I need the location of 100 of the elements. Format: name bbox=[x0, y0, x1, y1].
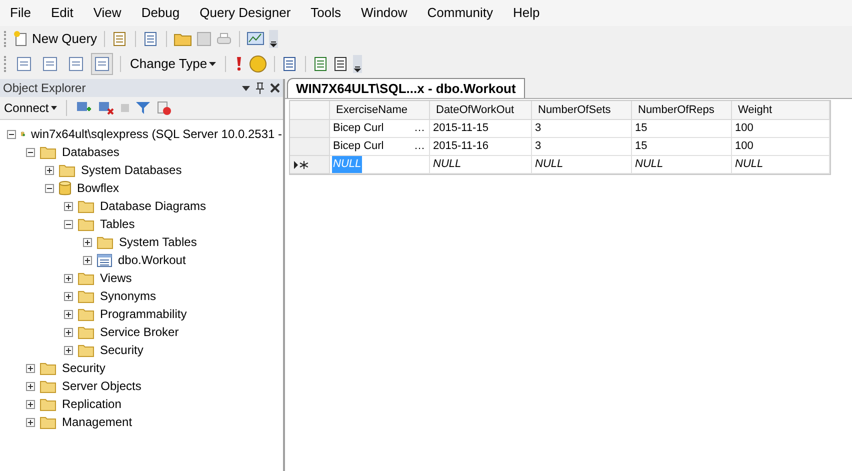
menu-item[interactable]: View bbox=[93, 3, 122, 23]
expand-icon[interactable] bbox=[64, 292, 73, 300]
expand-icon[interactable] bbox=[83, 238, 92, 246]
tree-item[interactable]: Database Diagrams bbox=[99, 197, 208, 215]
connect-button[interactable]: Connect bbox=[4, 99, 57, 117]
tree-item[interactable]: Management bbox=[61, 413, 134, 431]
folder-icon bbox=[97, 236, 113, 248]
expand-icon[interactable] bbox=[64, 328, 73, 336]
menu-item[interactable]: Debug bbox=[141, 3, 180, 23]
table-cell[interactable]: NULL bbox=[534, 156, 564, 173]
filter-icon[interactable] bbox=[136, 101, 150, 115]
menu-item[interactable]: File bbox=[10, 3, 31, 23]
document-icon[interactable] bbox=[143, 30, 160, 46]
menu-item[interactable]: Help bbox=[513, 3, 540, 23]
database-icon bbox=[59, 180, 71, 196]
table-cell[interactable]: 2015-11-16 bbox=[432, 138, 490, 155]
expand-icon[interactable] bbox=[64, 346, 73, 354]
column-header[interactable]: Weight bbox=[732, 101, 830, 120]
table-cell[interactable]: 3 bbox=[534, 138, 542, 155]
collapse-icon[interactable] bbox=[26, 148, 35, 156]
caret-icon bbox=[209, 62, 216, 66]
document-tab[interactable]: WIN7X64ULT\SQL...x - dbo.Workout bbox=[287, 78, 525, 98]
menu-item[interactable]: Query Designer bbox=[200, 3, 291, 23]
menu-item[interactable]: Community bbox=[427, 3, 494, 23]
pin-icon[interactable] bbox=[256, 82, 264, 94]
folder-icon bbox=[40, 146, 56, 158]
collapse-icon[interactable] bbox=[7, 130, 16, 138]
tree-item[interactable]: System Databases bbox=[80, 161, 183, 179]
table-cell[interactable]: 3 bbox=[534, 120, 542, 137]
pane-toggle-button[interactable] bbox=[91, 52, 113, 74]
row-header[interactable] bbox=[290, 156, 330, 174]
folder-icon bbox=[78, 272, 94, 284]
table-cell[interactable]: NULL bbox=[734, 156, 764, 173]
column-header[interactable]: NumberOfReps bbox=[632, 101, 732, 120]
table-cell[interactable]: NULL bbox=[634, 156, 664, 173]
folder-icon bbox=[78, 218, 94, 230]
tree-item[interactable]: Synonyms bbox=[99, 287, 158, 305]
tree-item[interactable]: Bowflex bbox=[76, 179, 120, 197]
panel-title: Object Explorer bbox=[3, 80, 86, 97]
menu-item[interactable]: Window bbox=[361, 3, 408, 23]
folder-icon bbox=[40, 380, 56, 392]
tree-item[interactable]: Programmability bbox=[99, 305, 188, 323]
chart-window-icon[interactable] bbox=[247, 30, 266, 46]
add-table-icon[interactable] bbox=[313, 56, 330, 72]
folder-icon bbox=[78, 344, 94, 356]
dropdown-icon[interactable] bbox=[242, 86, 250, 90]
caret-icon bbox=[50, 106, 57, 110]
table-cell[interactable]: 15 bbox=[634, 138, 648, 155]
overflow-icon[interactable] bbox=[353, 54, 362, 72]
folder-icon bbox=[78, 326, 94, 338]
expand-icon[interactable] bbox=[64, 274, 73, 282]
table-cell[interactable]: 15 bbox=[634, 120, 648, 137]
tree-item[interactable]: Security bbox=[61, 359, 106, 377]
folder-icon bbox=[59, 164, 75, 176]
table-cell[interactable]: Bicep Curl bbox=[332, 138, 385, 155]
collapse-icon[interactable] bbox=[64, 220, 73, 228]
tree-item[interactable]: Databases bbox=[61, 143, 120, 161]
expand-icon[interactable] bbox=[26, 400, 35, 408]
collapse-icon[interactable] bbox=[45, 184, 54, 192]
table-cell[interactable]: Bicep Curl bbox=[332, 120, 385, 137]
tree-item[interactable]: Server Objects bbox=[61, 377, 142, 395]
table-cell[interactable]: 100 bbox=[734, 120, 754, 137]
expand-icon[interactable] bbox=[26, 382, 35, 390]
tree-item[interactable]: Tables bbox=[99, 215, 136, 233]
expand-icon[interactable] bbox=[26, 364, 35, 372]
expand-icon[interactable] bbox=[26, 418, 35, 426]
folder-icon bbox=[40, 362, 56, 374]
expand-icon[interactable] bbox=[64, 202, 73, 210]
folder-icon[interactable] bbox=[174, 32, 192, 46]
tree-item[interactable]: Security bbox=[99, 341, 144, 359]
ellipsis-button[interactable]: … bbox=[414, 120, 425, 137]
table-cell[interactable]: NULL bbox=[432, 156, 462, 173]
ellipsis-button[interactable]: … bbox=[414, 138, 425, 155]
column-header[interactable]: NumberOfSets bbox=[532, 101, 632, 120]
tree-item[interactable]: dbo.Workout bbox=[117, 251, 187, 269]
list-icon[interactable] bbox=[282, 56, 298, 72]
menu-item[interactable]: Edit bbox=[50, 3, 74, 23]
expand-icon[interactable] bbox=[45, 166, 54, 174]
server-disconnect-icon[interactable] bbox=[98, 101, 114, 115]
table-cell[interactable]: 100 bbox=[734, 138, 754, 155]
tree-item[interactable]: Views bbox=[99, 269, 133, 287]
change-type-button[interactable]: Change Type bbox=[128, 54, 218, 74]
new-document-icon bbox=[13, 30, 29, 46]
expand-icon[interactable] bbox=[83, 256, 92, 264]
table-cell[interactable]: 2015-11-15 bbox=[432, 120, 490, 137]
new-query-button[interactable]: New Query bbox=[13, 28, 98, 48]
refresh-icon[interactable] bbox=[156, 100, 172, 116]
expand-icon[interactable] bbox=[64, 310, 73, 318]
close-icon[interactable] bbox=[270, 83, 280, 93]
tree-item[interactable]: Replication bbox=[61, 395, 122, 413]
overflow-icon[interactable] bbox=[269, 30, 278, 48]
folder-icon bbox=[78, 308, 94, 320]
menu-item[interactable]: Tools bbox=[310, 3, 342, 23]
column-header[interactable]: DateOfWorkOut bbox=[430, 101, 532, 120]
tree-item[interactable]: System Tables bbox=[118, 233, 198, 251]
document-icon[interactable] bbox=[112, 30, 128, 46]
tree-item[interactable]: win7x64ult\sqlexpress (SQL Server 10.0.2531 - bbox=[30, 125, 283, 143]
column-header[interactable]: ExerciseName bbox=[330, 101, 430, 120]
tree-item[interactable]: Service Broker bbox=[99, 323, 180, 341]
folder-icon bbox=[40, 416, 56, 428]
